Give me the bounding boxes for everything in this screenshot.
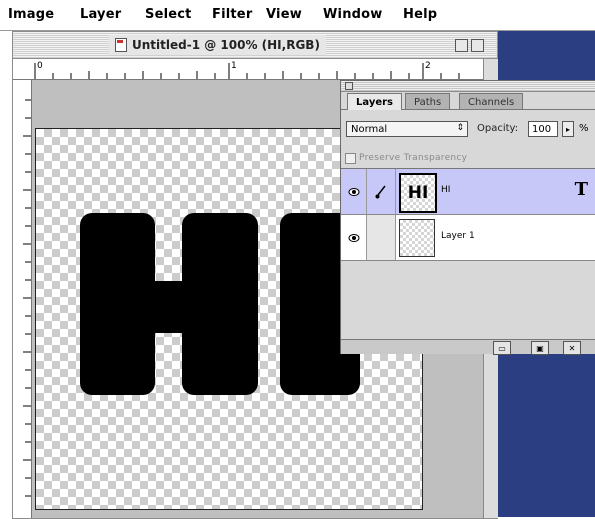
eye-icon[interactable] <box>341 169 367 214</box>
menu-window[interactable]: Window <box>323 7 383 22</box>
menu-select[interactable]: Select <box>145 7 192 22</box>
palette-close-icon[interactable] <box>345 82 353 90</box>
document-title-wrap: Untitled-1 @ 100% (HI,RGB) <box>109 35 326 55</box>
layer-thumbnail-layer1 <box>399 219 435 257</box>
document-proxy-icon[interactable] <box>115 38 127 52</box>
vertical-ruler-ticks <box>23 99 31 497</box>
menu-bar: Image Layer Select Filter View Window He… <box>0 0 595 31</box>
preserve-transparency-row[interactable]: Preserve Transparency <box>345 151 467 165</box>
document-title: Untitled-1 @ 100% (HI,RGB) <box>132 38 320 52</box>
palette-bottom-bar: ▭ ▣ ✕ <box>341 339 595 355</box>
document-titlebar[interactable]: Untitled-1 @ 100% (HI,RGB) <box>13 32 497 59</box>
trash-icon[interactable]: ✕ <box>563 341 581 355</box>
menu-help[interactable]: Help <box>403 7 437 22</box>
preserve-transparency-checkbox[interactable] <box>345 152 356 164</box>
layers-palette: Layers Paths Channels Normal ⇕ Opacity: … <box>340 80 595 355</box>
ruler-ticks <box>34 63 460 79</box>
horizontal-ruler: 0 1 2 <box>13 59 487 80</box>
opacity-popup-arrow-icon[interactable]: ▸ <box>562 121 574 137</box>
layer-row-hi[interactable]: HI HI T <box>341 169 595 215</box>
ruler-label-1: 1 <box>231 61 237 71</box>
vertical-ruler <box>13 80 32 518</box>
zoom-button[interactable] <box>471 39 484 52</box>
layers-list: HI HI T Layer 1 <box>341 168 595 339</box>
blend-mode-value: Normal <box>351 123 388 135</box>
opacity-unit: % <box>579 123 589 134</box>
letter-h-crossbar <box>136 281 206 333</box>
opacity-field[interactable]: 100 <box>528 121 558 137</box>
tab-paths[interactable]: Paths <box>405 93 451 110</box>
tab-layers[interactable]: Layers <box>347 93 402 110</box>
collapse-button[interactable] <box>455 39 468 52</box>
eye-icon[interactable] <box>341 215 367 260</box>
palette-titlebar[interactable] <box>341 81 595 92</box>
menu-layer[interactable]: Layer <box>80 7 121 22</box>
layer-name-hi[interactable]: HI <box>441 185 450 195</box>
new-layer-icon[interactable]: ▣ <box>531 341 549 355</box>
ruler-label-2: 2 <box>425 61 431 71</box>
brush-empty-cell[interactable] <box>367 215 396 260</box>
layer-thumbnail-hi: HI <box>399 173 437 213</box>
menu-view[interactable]: View <box>266 7 302 22</box>
layer-row-layer1[interactable]: Layer 1 <box>341 215 595 261</box>
tab-channels[interactable]: Channels <box>459 93 524 110</box>
blend-mode-select[interactable]: Normal ⇕ <box>346 121 468 137</box>
updown-arrows-icon: ⇕ <box>456 123 464 133</box>
menu-image[interactable]: Image <box>8 7 54 22</box>
layer-mask-icon[interactable]: ▭ <box>493 341 511 355</box>
ruler-label-0: 0 <box>37 61 43 71</box>
menu-filter[interactable]: Filter <box>212 7 252 22</box>
preserve-transparency-label: Preserve Transparency <box>359 153 468 163</box>
layer-name-layer1[interactable]: Layer 1 <box>441 231 475 241</box>
type-layer-icon: T <box>574 179 588 200</box>
opacity-label: Opacity: <box>477 123 519 134</box>
thumbnail-text: HI <box>407 183 429 203</box>
paintbrush-icon[interactable] <box>367 169 396 214</box>
